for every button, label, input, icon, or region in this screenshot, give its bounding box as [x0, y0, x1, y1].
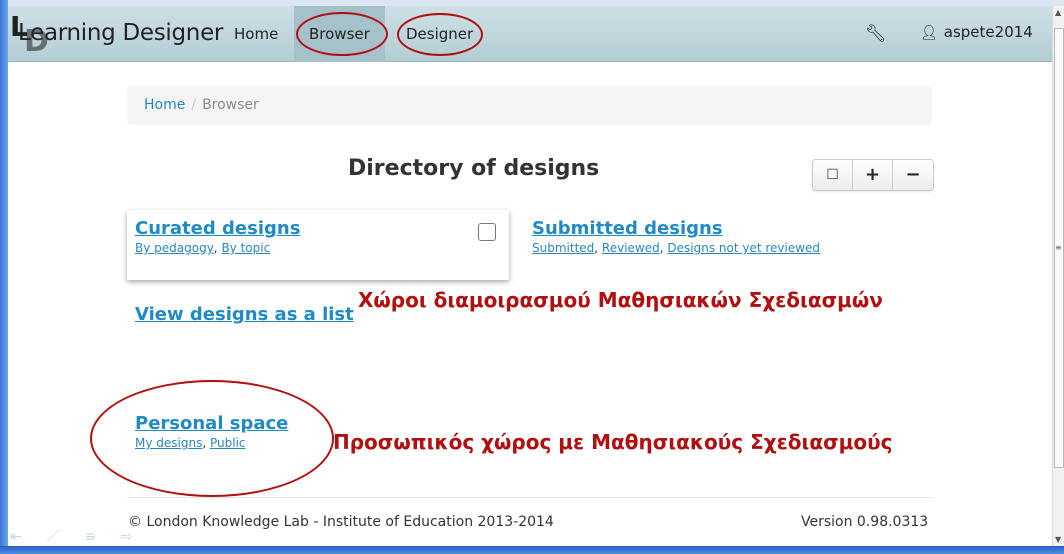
by-topic-link[interactable]: By topic [221, 241, 270, 255]
footer-version: Version 0.98.0313 [801, 514, 929, 530]
submitted-section: Submitted designs Submitted, Reviewed, D… [532, 218, 820, 255]
nav-browser[interactable]: Browser [294, 6, 385, 62]
annotation-personal-space: Προσωπικός χώρος με Μαθησιακούς Σχεδιασμ… [333, 430, 893, 454]
breadcrumb-home[interactable]: Home [144, 97, 185, 113]
by-pedagogy-link[interactable]: By pedagogy [135, 241, 214, 255]
user-icon: 👤︎ [920, 25, 938, 41]
reviewed-link[interactable]: Reviewed [602, 241, 660, 255]
submitted-designs-link[interactable]: Submitted designs [532, 218, 820, 239]
breadcrumb: Home / Browser [127, 86, 932, 125]
wrench-icon[interactable]: 🔧︎ [865, 24, 887, 44]
annotation-shared-spaces: Χώροι διαμοιρασμού Μαθησιακών Σχεδιασμών [358, 288, 883, 312]
bookmark-icon: ☐ [826, 167, 839, 183]
vertical-scrollbar[interactable]: ▲ ≡ ▼ [1052, 6, 1064, 546]
footer-divider [127, 497, 932, 498]
username: aspete2014 [943, 23, 1033, 41]
submitted-sub-links: Submitted, Reviewed, Designs not yet rev… [532, 241, 821, 255]
bookmark-button[interactable]: ☐ [813, 160, 853, 190]
window-bottom-border [0, 546, 1064, 554]
public-link[interactable]: Public [210, 436, 246, 450]
curated-section: Curated designs By pedagogy, By topic [135, 218, 300, 255]
directory-toolbar: ☐ + − [812, 159, 934, 191]
my-designs-link[interactable]: My designs [135, 436, 202, 450]
scroll-down-icon[interactable]: ▼ [1055, 535, 1061, 544]
curated-designs-link[interactable]: Curated designs [135, 218, 300, 239]
page-title: Directory of designs [348, 156, 600, 181]
collapse-button[interactable]: − [893, 160, 933, 190]
not-yet-reviewed-link[interactable]: Designs not yet reviewed [667, 241, 820, 255]
browser-window: L D Learning Designer Home Browser Desig… [0, 0, 1064, 554]
footer-copyright: © London Knowledge Lab - Institute of Ed… [128, 514, 554, 530]
personal-section: Personal space My designs, Public [135, 413, 288, 450]
expand-button[interactable]: + [853, 160, 893, 190]
window-left-border [0, 0, 8, 554]
breadcrumb-separator: / [191, 97, 197, 113]
nav-home[interactable]: Home [220, 6, 292, 62]
brand-title[interactable]: Learning Designer [18, 20, 223, 46]
personal-sub-links: My designs, Public [135, 436, 246, 450]
faded-toolbar-icons: ⇤ ／ ≡ ⇨ [10, 529, 143, 545]
user-menu[interactable]: 👤︎ aspete2014 [920, 23, 1033, 41]
scroll-grip-icon: ≡ [1055, 243, 1062, 252]
breadcrumb-current: Browser [202, 97, 259, 113]
scroll-up-icon[interactable]: ▲ [1055, 8, 1061, 17]
navbar: L D Learning Designer Home Browser Desig… [8, 6, 1052, 62]
nav-designer[interactable]: Designer [392, 6, 487, 62]
personal-space-link[interactable]: Personal space [135, 413, 288, 434]
curated-designs-card: Curated designs By pedagogy, By topic [127, 210, 509, 280]
curated-checkbox[interactable] [478, 223, 496, 241]
view-as-list-link[interactable]: View designs as a list [135, 304, 354, 325]
submitted-link[interactable]: Submitted [532, 241, 594, 255]
curated-sub-links: By pedagogy, By topic [135, 241, 271, 255]
